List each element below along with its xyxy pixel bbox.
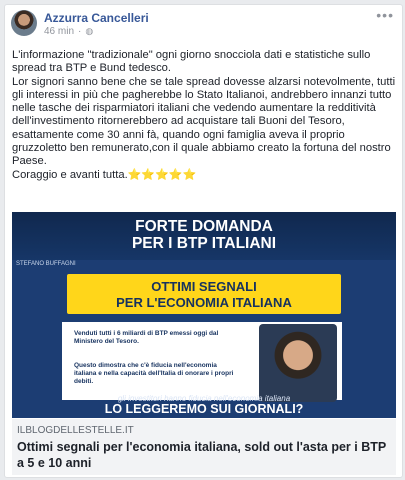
post-paragraph: L'informazione "tradizionale" ogni giorn… <box>12 49 371 75</box>
post-paragraph: Lor signori sanno bene che se tale sprea… <box>12 75 396 168</box>
post-paragraph: Coraggio e avanti tutta.⭐⭐⭐⭐⭐ <box>12 169 396 182</box>
link-domain: ILBLOGDELLESTELLE.IT <box>17 425 134 436</box>
link-title[interactable]: Ottimi segnali per l'economia italiana, … <box>17 439 393 471</box>
image-panel-text-1: Venduti tutti i 6 miliardi di BTP emessi… <box>74 330 219 345</box>
yellow-line-2: PER L'ECONOMIA ITALIANA <box>116 294 292 310</box>
post-meta: 46 min · ◍ <box>44 26 93 37</box>
politician-portrait <box>259 324 337 402</box>
image-panel-text-2: Questo dimostra che c'è fiducia nell'eco… <box>74 362 234 385</box>
post-body: L'informazione "tradizionale" ogni giorn… <box>12 49 396 182</box>
image-author-tag: STEFANO BUFFAGNI <box>16 261 76 267</box>
image-headline-line-1: FORTE DOMANDA <box>135 218 273 235</box>
post-time[interactable]: 46 min <box>44 26 74 37</box>
facebook-post-card: Azzurra Cancelleri 46 min · ◍ ••• L'info… <box>4 4 403 478</box>
yellow-line-1: OTTIMI SEGNALI <box>151 279 257 294</box>
image-headline: FORTE DOMANDA PER I BTP ITALIANI <box>12 212 396 260</box>
star-emojis: ⭐⭐⭐⭐⭐ <box>127 168 197 181</box>
more-icon[interactable]: ••• <box>376 7 394 23</box>
post-closing-text: Coraggio e avanti tutta. <box>12 168 128 181</box>
post-header: Azzurra Cancelleri 46 min · ◍ ••• <box>5 5 402 47</box>
author-avatar[interactable] <box>11 10 37 36</box>
image-bottom-question: LO LEGGEREMO SUI GIORNALI? <box>104 402 304 416</box>
image-yellow-banner: OTTIMI SEGNALI PER L'ECONOMIA ITALIANA <box>67 274 341 314</box>
link-preview-caption[interactable]: ILBLOGDELLESTELLE.IT Ottimi segnali per … <box>12 419 396 475</box>
image-headline-line-2: PER I BTP ITALIANI <box>131 235 277 252</box>
link-preview-image[interactable]: FORTE DOMANDA PER I BTP ITALIANI STEFANO… <box>12 212 396 418</box>
meta-separator: · <box>78 26 82 37</box>
globe-icon: ◍ <box>85 26 94 36</box>
author-name[interactable]: Azzurra Cancelleri <box>44 11 149 25</box>
